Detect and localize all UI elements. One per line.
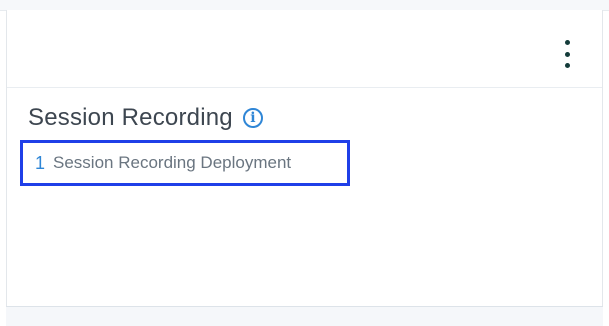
info-icon[interactable]: i — [242, 108, 263, 128]
card-title: Session Recording — [28, 104, 233, 131]
card-title-row: Session Recording i — [28, 104, 263, 132]
page: Session Recording i 1 Session Recording … — [0, 0, 609, 326]
deployment-count: 1 — [35, 152, 46, 173]
kebab-dot — [564, 51, 570, 57]
bottom-strip — [6, 306, 603, 326]
kebab-dot — [564, 63, 570, 68]
deployment-label: Session Recording Deployment — [53, 153, 292, 172]
kebab-menu-icon[interactable] — [560, 40, 574, 68]
kebab-dot — [564, 40, 570, 45]
card-header — [7, 10, 602, 88]
session-recording-deployment-link[interactable]: 1 Session Recording Deployment — [20, 140, 350, 186]
